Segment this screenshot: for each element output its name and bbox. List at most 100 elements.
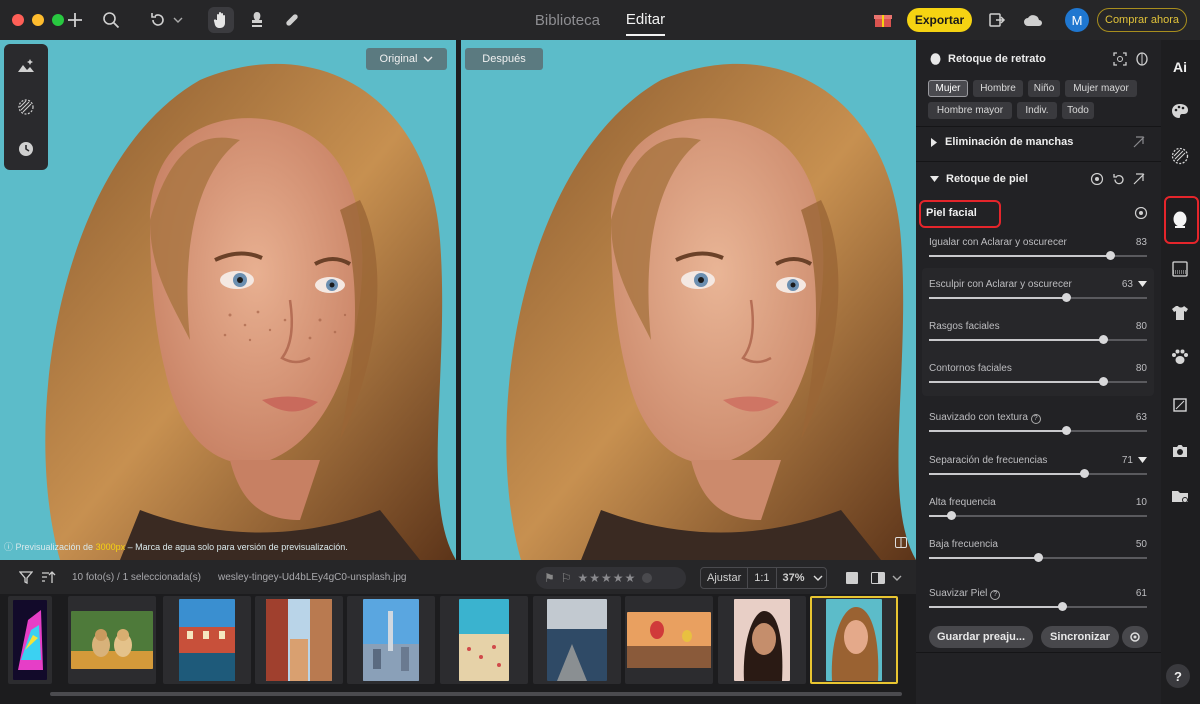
flag-icon[interactable]: ⚑ [544, 571, 555, 585]
info-icon[interactable]: ? [990, 590, 1001, 600]
film-thumbnail[interactable] [718, 596, 806, 684]
sort-icon[interactable] [36, 565, 60, 589]
tab-editar[interactable]: Editar [625, 5, 666, 36]
film-thumbnail[interactable] [8, 596, 52, 684]
cloud-icon[interactable] [1021, 8, 1045, 32]
bandage-tool-icon[interactable] [280, 8, 304, 32]
preset-chip[interactable]: Hombre [973, 80, 1023, 97]
visibility-icon[interactable] [1088, 170, 1106, 188]
fit-button[interactable]: Ajustar [701, 568, 749, 588]
slider-facial-contours[interactable]: Contornos faciales 80 [929, 363, 1147, 393]
film-thumbnail[interactable] [440, 596, 528, 684]
single-view-icon[interactable] [842, 568, 862, 588]
slider-texture-smoothing[interactable]: Suavizado con textura ? 63 [929, 412, 1147, 442]
history-icon[interactable] [14, 137, 38, 161]
search-icon[interactable] [99, 8, 123, 32]
slider-track[interactable] [929, 251, 1147, 260]
undo-icon[interactable] [146, 8, 170, 32]
minimize-window-button[interactable] [32, 14, 44, 26]
slider-track[interactable] [929, 335, 1147, 344]
portrait-section-header[interactable]: Retoque de retrato [930, 53, 1046, 65]
blemish-section-header[interactable]: Eliminación de manchas [930, 136, 1073, 148]
slider-knob[interactable] [1034, 553, 1043, 562]
star-rating[interactable]: ★★★★★ [578, 571, 637, 585]
film-thumbnail[interactable] [625, 596, 713, 684]
slider-knob[interactable] [1057, 602, 1067, 611]
slider-knob[interactable] [1062, 293, 1072, 302]
slider-knob[interactable] [1079, 469, 1089, 478]
slider-knob[interactable] [1062, 426, 1072, 435]
export-button[interactable]: Exportar [907, 8, 972, 32]
slider-smooth-skin[interactable]: Suavizar Piel ? 61 [929, 588, 1147, 618]
hand-tool-icon[interactable] [208, 7, 234, 33]
slider-knob[interactable] [946, 511, 956, 520]
slider-track[interactable] [929, 377, 1147, 386]
before-selector[interactable]: Original [366, 48, 447, 70]
slider-knob[interactable] [1099, 377, 1109, 386]
folder-icon[interactable] [1169, 485, 1191, 507]
palette-icon[interactable] [1169, 100, 1191, 122]
avatar[interactable]: M [1065, 8, 1089, 32]
reset-icon[interactable] [1109, 170, 1127, 188]
camera-icon[interactable] [1169, 440, 1191, 462]
slider-track[interactable] [929, 553, 1147, 562]
caret-down-icon[interactable] [1138, 280, 1147, 288]
slider-track[interactable] [929, 469, 1147, 478]
save-preset-button[interactable]: Guardar preaju... [929, 626, 1033, 648]
preset-chip[interactable]: Hombre mayor [928, 102, 1012, 119]
info-icon[interactable]: ? [1030, 414, 1041, 424]
add-icon[interactable] [63, 8, 87, 32]
preset-chip[interactable]: Indiv. [1017, 102, 1057, 119]
paw-icon[interactable] [1169, 346, 1191, 368]
slider-even-skin[interactable]: Igualar con Aclarar y oscurecer 83 [929, 237, 1147, 267]
film-thumbnail[interactable] [68, 596, 156, 684]
slider-low-frequency[interactable]: Baja frecuencia 50 [929, 539, 1147, 569]
tab-biblioteca[interactable]: Biblioteca [535, 6, 600, 35]
film-thumbnail[interactable] [255, 596, 343, 684]
face-mask-icon[interactable] [1133, 50, 1151, 68]
slider-track[interactable] [929, 293, 1147, 302]
buy-now-button[interactable]: Comprar ahora [1097, 8, 1187, 32]
face-detect-icon[interactable] [1111, 50, 1129, 68]
gift-icon[interactable] [872, 8, 894, 32]
skin-section-header[interactable]: Retoque de piel [930, 173, 1028, 185]
slider-high-frequency[interactable]: Alta frequencia 10 [929, 497, 1147, 527]
after-photo[interactable]: Después [461, 40, 916, 560]
export-file-icon[interactable] [985, 8, 1009, 32]
film-thumbnail[interactable] [533, 596, 621, 684]
preset-chip[interactable]: Mujer mayor [1065, 80, 1137, 97]
caret-down-icon[interactable] [1138, 456, 1147, 464]
one-to-one-button[interactable]: 1:1 [748, 568, 777, 588]
crop-icon[interactable] [1169, 394, 1191, 416]
slider-track[interactable] [929, 511, 1147, 520]
before-after-view-icon[interactable] [868, 568, 888, 588]
clothing-icon[interactable] [1169, 302, 1191, 324]
chevron-down-icon[interactable] [171, 8, 185, 32]
landscape-ai-icon[interactable] [14, 53, 38, 77]
chevron-down-icon[interactable] [889, 568, 905, 588]
film-thumbnail[interactable] [163, 596, 251, 684]
ai-module-icon[interactable]: Ai [1169, 56, 1191, 78]
before-photo[interactable]: Original [0, 40, 456, 560]
filmstrip-scrollbar[interactable] [50, 692, 902, 696]
gradient-icon[interactable] [1169, 258, 1191, 280]
stamp-tool-icon[interactable] [245, 8, 269, 32]
preset-chip[interactable]: Mujer [928, 80, 968, 97]
slider-track[interactable] [929, 602, 1147, 611]
close-window-button[interactable] [12, 14, 24, 26]
slider-knob[interactable] [1099, 335, 1109, 344]
texture-icon[interactable] [1169, 145, 1191, 167]
facial-skin-visibility-icon[interactable] [1132, 204, 1150, 222]
blemish-toggle-icon[interactable] [1130, 133, 1148, 151]
film-thumbnail[interactable] [347, 596, 435, 684]
disable-icon[interactable] [1130, 170, 1148, 188]
slider-sculpt[interactable]: Esculpir con Aclarar y oscurecer 63 [929, 279, 1147, 309]
slider-facial-features[interactable]: Rasgos faciales 80 [929, 321, 1147, 351]
slider-track[interactable] [929, 426, 1147, 435]
slider-knob[interactable] [1105, 251, 1115, 260]
zoom-dropdown[interactable]: 37% [777, 568, 829, 588]
split-view-icon[interactable] [895, 537, 907, 551]
reject-flag-icon[interactable]: ⚐ [561, 571, 572, 585]
color-label-icon[interactable] [642, 573, 653, 583]
noise-icon[interactable] [14, 95, 38, 119]
